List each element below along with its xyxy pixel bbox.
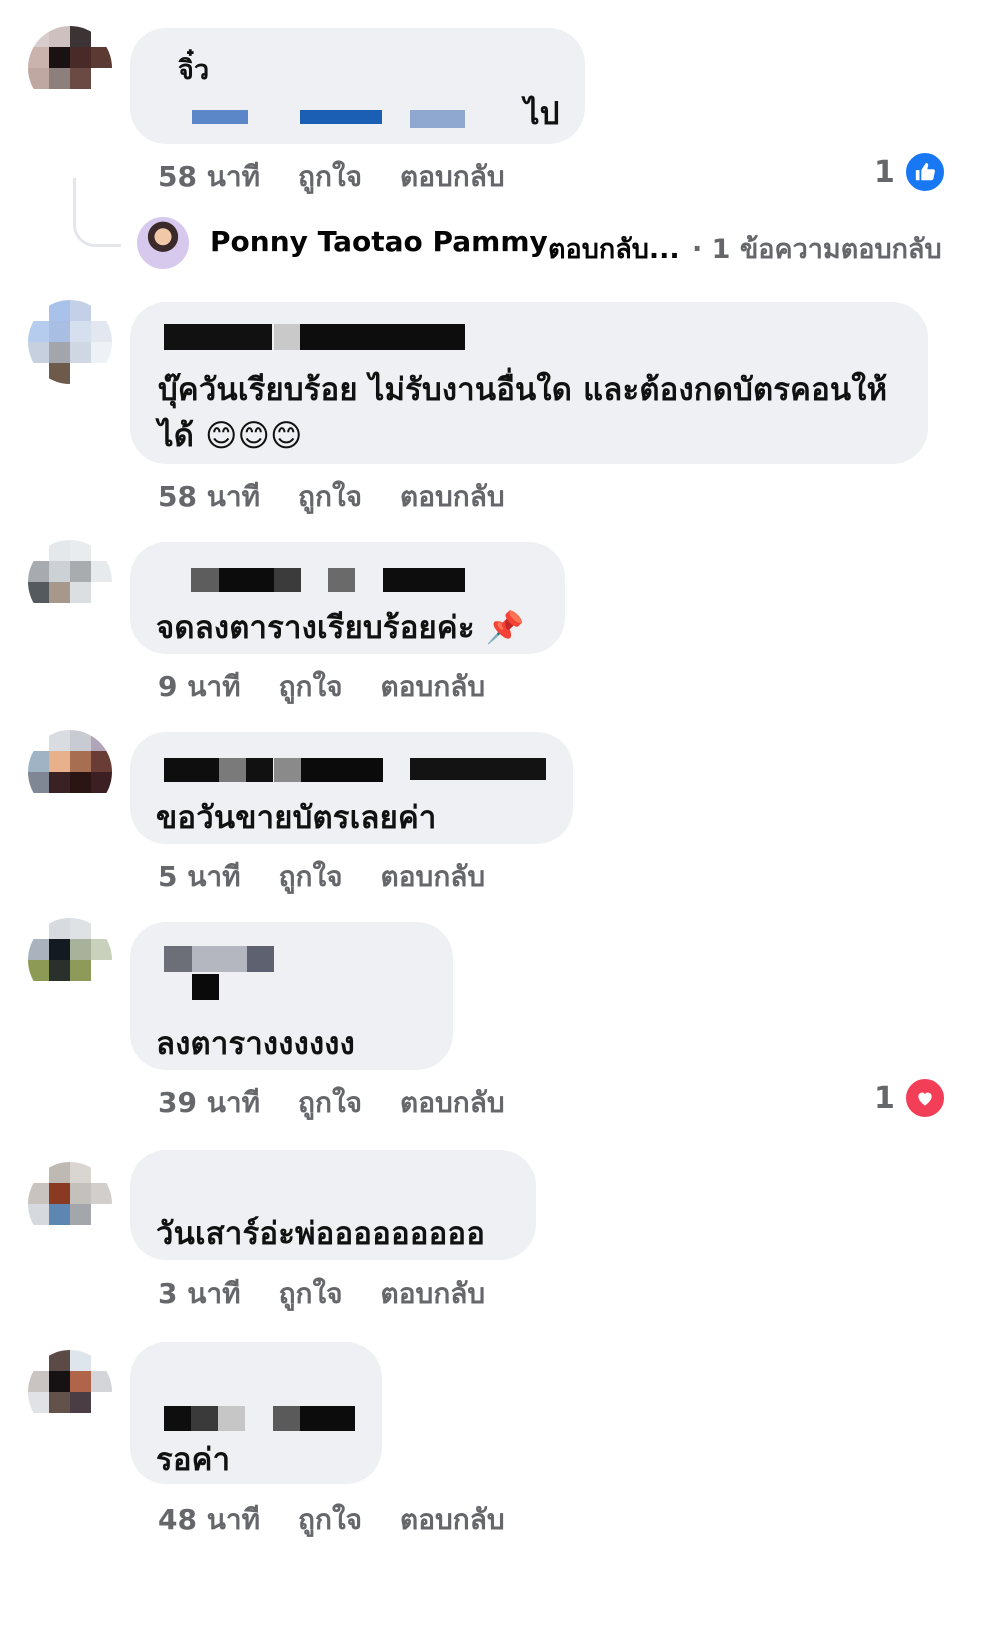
reply-button[interactable]: ตอบกลับ xyxy=(381,1272,486,1316)
comment-meta: 3 นาที ถูกใจ ตอบกลับ xyxy=(158,1272,485,1316)
comment-text-line1: บุ๊ควันเรียบร้อย ไม่รับงานอื่นใด และต้อง… xyxy=(158,372,888,408)
redacted-block xyxy=(191,1406,218,1431)
comment-time[interactable]: 39 นาที xyxy=(158,1081,260,1125)
commenter-avatar[interactable] xyxy=(28,1162,112,1246)
love-icon xyxy=(902,1076,947,1120)
redacted-block xyxy=(410,110,465,128)
like-icon xyxy=(902,150,947,194)
view-replies-link[interactable]: · 1 ข้อความตอบกลับ xyxy=(692,227,942,270)
redacted-block xyxy=(192,974,219,1000)
redacted-block xyxy=(300,324,465,350)
redacted-block xyxy=(191,568,219,592)
redacted-block xyxy=(164,758,219,782)
like-button[interactable]: ถูกใจ xyxy=(298,1498,362,1542)
reaction-count: 1 xyxy=(874,1080,895,1116)
like-button[interactable]: ถูกใจ xyxy=(279,1272,343,1316)
redacted-block xyxy=(218,1406,245,1431)
redacted-block xyxy=(383,568,465,592)
comment-text: รอค่า xyxy=(156,1442,231,1478)
like-button[interactable]: ถูกใจ xyxy=(298,475,362,519)
redacted-block xyxy=(246,758,273,782)
redacted-block xyxy=(410,758,546,780)
like-button[interactable]: ถูกใจ xyxy=(279,855,343,899)
comment-time[interactable]: 48 นาที xyxy=(158,1498,260,1542)
like-button[interactable]: ถูกใจ xyxy=(279,665,343,709)
thread-connector xyxy=(73,178,121,247)
comment-meta: 39 นาที ถูกใจ ตอบกลับ xyxy=(158,1081,505,1125)
comment-meta: 58 นาที ถูกใจ ตอบกลับ xyxy=(158,155,505,199)
reply-button[interactable]: ตอบกลับ xyxy=(381,855,486,899)
redacted-block xyxy=(247,946,274,972)
commenter-avatar[interactable] xyxy=(28,26,112,110)
reply-avatar[interactable] xyxy=(137,217,189,269)
redacted-block xyxy=(219,758,246,782)
comment-text: วันเสาร์อ่ะพ่อออออออออ xyxy=(156,1216,486,1252)
comment-meta: 9 นาที ถูกใจ ตอบกลับ xyxy=(158,665,485,709)
commenter-avatar[interactable] xyxy=(28,540,112,624)
comment-meta: 48 นาที ถูกใจ ตอบกลับ xyxy=(158,1498,505,1542)
reaction-count: 1 xyxy=(874,154,895,190)
comment-time[interactable]: 3 นาที xyxy=(158,1272,241,1316)
reply-button[interactable]: ตอบกลับ xyxy=(400,1498,505,1542)
reply-author-name[interactable]: Ponny Taotao Pammy xyxy=(210,225,548,258)
redacted-block xyxy=(300,1406,355,1431)
reply-button[interactable]: ตอบกลับ xyxy=(400,1081,505,1125)
comment-text-line2: ได้ 😊😊😊 xyxy=(158,418,303,454)
commenter-avatar[interactable] xyxy=(28,730,112,814)
comment-meta: 5 นาที ถูกใจ ตอบกลับ xyxy=(158,855,485,899)
comment-time[interactable]: 58 นาที xyxy=(158,475,260,519)
comment-text: ลงตารางงงงงง xyxy=(156,1026,355,1062)
comment-time[interactable]: 9 นาที xyxy=(158,665,241,709)
redacted-block xyxy=(164,1406,191,1431)
redacted-block xyxy=(164,324,272,350)
redacted-block xyxy=(274,568,301,592)
commenter-name-fragment[interactable]: จิ๋ว xyxy=(178,48,209,91)
like-button[interactable]: ถูกใจ xyxy=(298,155,362,199)
reaction-summary[interactable]: 1 xyxy=(874,1076,947,1120)
redacted-block xyxy=(274,324,300,350)
redacted-block xyxy=(192,946,247,972)
reply-button[interactable]: ตอบกลับ xyxy=(400,155,505,199)
redacted-block xyxy=(328,568,355,592)
reaction-summary[interactable]: 1 xyxy=(874,150,947,194)
reply-action[interactable]: ตอบกลับ... xyxy=(548,227,680,270)
redacted-block xyxy=(192,110,248,124)
comment-text: จดลงตารางเรียบร้อยค่ะ 📌 xyxy=(156,610,525,646)
comment-meta: 58 นาที ถูกใจ ตอบกลับ xyxy=(158,475,505,519)
redacted-block xyxy=(274,758,301,782)
comment-text: ไป xyxy=(524,96,560,132)
redacted-block xyxy=(219,568,274,592)
commenter-avatar[interactable] xyxy=(28,300,112,384)
like-button[interactable]: ถูกใจ xyxy=(298,1081,362,1125)
comment-time[interactable]: 58 นาที xyxy=(158,155,260,199)
commenter-avatar[interactable] xyxy=(28,1350,112,1434)
redacted-block xyxy=(301,758,383,782)
reply-button[interactable]: ตอบกลับ xyxy=(400,475,505,519)
commenter-avatar[interactable] xyxy=(28,918,112,1002)
redacted-block xyxy=(300,110,382,124)
reply-button[interactable]: ตอบกลับ xyxy=(381,665,486,709)
comment-time[interactable]: 5 นาที xyxy=(158,855,241,899)
comment-text: ขอวันขายบัตรเลยค่า xyxy=(156,800,437,836)
redacted-block xyxy=(273,1406,300,1431)
redacted-block xyxy=(164,946,192,972)
